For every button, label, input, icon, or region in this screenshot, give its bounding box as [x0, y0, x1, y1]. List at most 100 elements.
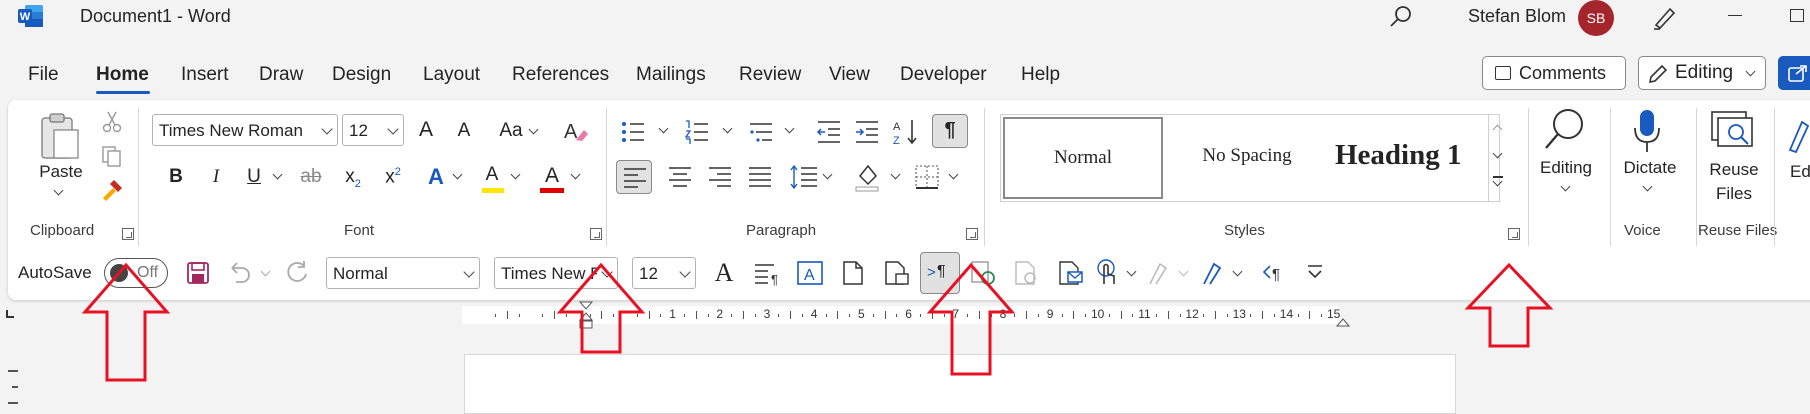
mail-merge-icon[interactable] [1058, 260, 1084, 286]
chevron-down-icon[interactable] [1232, 266, 1243, 277]
strikethrough-button[interactable]: ab [296, 166, 326, 188]
show-hide-marks-button[interactable]: ¶ [932, 114, 968, 148]
clipboard-dialog-launcher[interactable] [122, 228, 134, 240]
pen-draw-icon[interactable] [1148, 260, 1172, 286]
qat-font-dialog-button[interactable]: A [712, 258, 736, 288]
chevron-down-icon[interactable] [658, 123, 669, 134]
tab-home[interactable]: Home [96, 64, 149, 86]
chevron-down-icon[interactable] [452, 169, 463, 180]
borders-icon[interactable] [914, 164, 940, 190]
touch-mode-icon[interactable] [1094, 258, 1120, 286]
user-name[interactable]: Stefan Blom [1468, 6, 1566, 27]
paste-dropdown-icon[interactable] [53, 185, 64, 196]
tab-view[interactable]: View [829, 64, 870, 86]
tab-insert[interactable]: Insert [181, 64, 229, 86]
tab-design[interactable]: Design [332, 64, 391, 86]
justify-icon[interactable] [748, 166, 772, 188]
chevron-down-icon[interactable] [260, 266, 271, 277]
font-color-button[interactable]: A [540, 164, 564, 188]
chevron-down-icon[interactable] [822, 169, 833, 180]
redo-icon[interactable] [284, 260, 310, 286]
save-icon[interactable] [186, 261, 210, 285]
rtl-direction-icon[interactable]: ¶ [1262, 262, 1288, 284]
chevron-down-icon[interactable] [1126, 266, 1137, 277]
sort-icon[interactable]: A Z [892, 118, 920, 146]
text-box-icon[interactable]: A [796, 260, 824, 286]
tab-references[interactable]: References [512, 64, 609, 86]
pen-icon[interactable] [1650, 3, 1678, 31]
chevron-down-icon[interactable] [510, 169, 521, 180]
highlight-button[interactable]: A [480, 164, 504, 186]
chevron-down-icon[interactable] [1178, 266, 1189, 277]
chevron-down-icon[interactable] [528, 124, 539, 135]
decrease-indent-icon[interactable] [816, 120, 842, 144]
tab-mailings[interactable]: Mailings [636, 64, 706, 86]
superscript-button[interactable]: x2 [382, 166, 404, 188]
shrink-font-button[interactable]: A [452, 120, 476, 142]
paste-button-label[interactable]: Paste [36, 162, 86, 182]
shading-icon[interactable] [854, 162, 882, 192]
chevron-down-icon[interactable] [272, 169, 283, 180]
align-center-icon[interactable] [668, 166, 692, 188]
tab-developer[interactable]: Developer [900, 64, 987, 86]
chevron-down-icon[interactable] [948, 169, 959, 180]
dictate-button-label[interactable]: Dictate [1614, 158, 1686, 178]
align-right-icon[interactable] [708, 166, 732, 188]
tab-review[interactable]: Review [739, 64, 801, 86]
new-document-icon[interactable] [842, 260, 864, 286]
italic-button[interactable]: I [204, 166, 228, 188]
customize-qat-icon[interactable] [1306, 264, 1324, 280]
font-dialog-launcher[interactable] [590, 228, 602, 240]
search-icon[interactable] [1388, 4, 1414, 30]
format-painter-icon[interactable] [100, 176, 126, 202]
text-effects-button[interactable]: A [424, 164, 448, 190]
link-document-icon[interactable] [1014, 260, 1040, 286]
qat-style-combo[interactable]: Normal [326, 257, 480, 289]
right-indent-marker[interactable] [1335, 314, 1351, 327]
maximize-button[interactable] [1790, 9, 1804, 22]
chevron-down-icon[interactable] [784, 123, 795, 134]
align-left-button[interactable] [616, 160, 652, 194]
bold-button[interactable]: B [164, 166, 188, 188]
pen-blue-icon[interactable] [1202, 260, 1226, 286]
undo-icon[interactable] [228, 262, 254, 284]
numbering-icon[interactable] [684, 120, 710, 144]
microphone-icon[interactable] [1632, 108, 1662, 154]
style-normal[interactable]: Normal [1003, 117, 1163, 199]
paragraph-dialog-launcher[interactable] [966, 228, 978, 240]
cut-icon[interactable] [100, 110, 124, 134]
editor-button-label[interactable]: Ed [1790, 162, 1810, 182]
comments-button[interactable]: Comments [1482, 56, 1626, 90]
paste-icon[interactable] [38, 112, 82, 162]
chevron-down-icon[interactable] [890, 169, 901, 180]
clear-formatting-icon[interactable]: A [562, 118, 590, 144]
chevron-down-icon[interactable] [1642, 181, 1653, 192]
minimize-button[interactable] [1728, 15, 1742, 16]
increase-indent-icon[interactable] [854, 120, 880, 144]
paragraph-settings-icon[interactable]: ¶ [754, 262, 782, 286]
tab-file[interactable]: File [28, 64, 59, 86]
scroll-down-icon[interactable] [1492, 148, 1503, 159]
style-heading-1[interactable]: Heading 1 [1331, 117, 1491, 199]
copy-icon[interactable] [100, 144, 124, 168]
bullets-icon[interactable] [620, 120, 646, 144]
font-size-combo[interactable]: 12 [342, 114, 404, 146]
chevron-down-icon[interactable] [570, 169, 581, 180]
tab-layout[interactable]: Layout [423, 64, 480, 86]
subscript-button[interactable]: x2 [342, 166, 364, 190]
editing-button-label[interactable]: Editing [1532, 158, 1600, 178]
reuse-files-label-2[interactable]: Files [1704, 184, 1764, 204]
scroll-up-icon[interactable] [1492, 124, 1503, 135]
style-no-spacing[interactable]: No Spacing [1167, 117, 1327, 199]
share-button[interactable] [1778, 56, 1810, 90]
change-case-button[interactable]: Aa [496, 120, 526, 142]
tab-selector-icon[interactable] [6, 310, 14, 318]
reuse-files-label-1[interactable]: Reuse [1704, 160, 1764, 180]
font-name-combo[interactable]: Times New Roman [152, 114, 338, 146]
underline-button[interactable]: U [242, 166, 266, 188]
avatar[interactable]: SB [1578, 0, 1614, 36]
multilevel-list-icon[interactable] [748, 120, 774, 144]
tab-help[interactable]: Help [1021, 64, 1060, 86]
editor-icon[interactable] [1788, 118, 1810, 154]
tab-draw[interactable]: Draw [259, 64, 303, 86]
